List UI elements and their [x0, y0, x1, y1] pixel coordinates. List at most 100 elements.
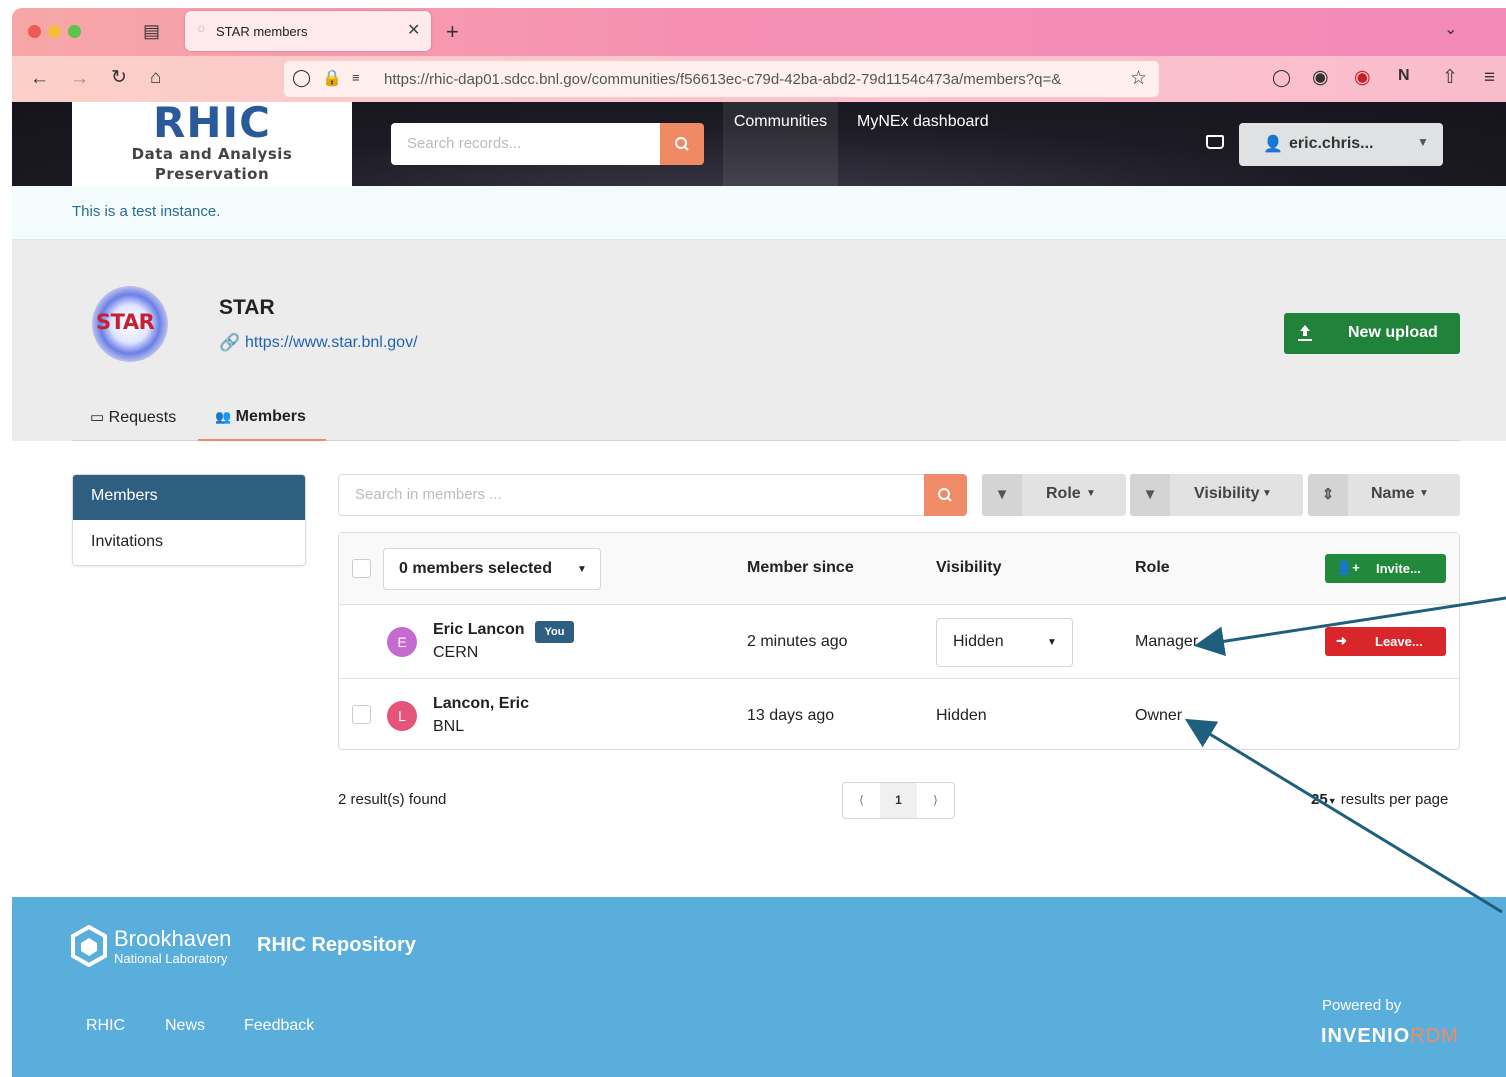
footer-link-feedback[interactable]: Feedback	[244, 1017, 314, 1035]
pocket-icon[interactable]: ◯	[1272, 69, 1291, 86]
table-header: 0 members selected ▼ Member since Visibi…	[339, 533, 1459, 605]
page-1-button[interactable]: 1	[880, 783, 917, 818]
powered-by: Powered by	[1322, 997, 1402, 1014]
extension-red-icon[interactable]: ◉	[1354, 68, 1371, 87]
home-icon[interactable]: ⌂	[150, 68, 161, 87]
new-upload-button[interactable]: New upload	[1284, 313, 1460, 354]
row-checkbox[interactable]	[352, 705, 371, 724]
visibility-dropdown[interactable]: Hidden ▼	[936, 618, 1073, 667]
extension-n-icon[interactable]: N	[1398, 68, 1410, 84]
inbox-icon: ▭	[90, 409, 105, 426]
org-name: Brookhaven	[114, 926, 232, 951]
sort-button[interactable]: ⇕ Name ▼	[1308, 474, 1460, 516]
per-page-dropdown[interactable]: 25	[1311, 791, 1328, 808]
test-instance-banner: This is a test instance.	[12, 186, 1506, 240]
results-per-page: 25▼ results per page	[1311, 791, 1448, 808]
brookhaven-logo-icon[interactable]	[70, 925, 108, 967]
site-footer: Brookhaven National Laboratory RHIC Repo…	[12, 897, 1506, 1077]
caret-down-icon: ▼	[1262, 488, 1272, 499]
footer-link-news[interactable]: News	[165, 1017, 205, 1035]
pagination: ⟨ 1 ⟩	[842, 782, 955, 819]
site-logo[interactable]: RHIC Data and Analysis Preservation	[72, 102, 352, 186]
caret-down-icon: ▼	[577, 564, 587, 575]
tab-favicon-icon: ○	[197, 20, 206, 36]
tab-star-members[interactable]: ○ STAR members ✕	[185, 11, 431, 51]
community-logo: STAR	[92, 286, 168, 362]
members-search-input[interactable]: Search in members ...	[338, 474, 925, 516]
table-row: L Lancon, Eric BNL 13 days ago Hidden Ow…	[339, 679, 1459, 753]
nav-communities[interactable]: Communities	[723, 102, 838, 186]
inbox-icon[interactable]	[1206, 135, 1224, 149]
caret-down-icon[interactable]: ▼	[1328, 796, 1337, 806]
community-website-link[interactable]: https://www.star.bnl.gov/	[245, 334, 418, 352]
share-icon[interactable]: ⇧	[1442, 68, 1458, 87]
back-icon[interactable]: ←	[30, 69, 49, 88]
users-icon: 👥	[215, 409, 232, 424]
visibility-value: Hidden	[953, 633, 1004, 650]
caret-down-icon: ▼	[1086, 488, 1096, 499]
close-window-button[interactable]	[28, 25, 41, 38]
url-text[interactable]: https://rhic-dap01.sdcc.bnl.gov/communit…	[384, 71, 1124, 88]
user-menu-button[interactable]: 👤 eric.chris... ▼	[1239, 123, 1443, 166]
sort-icon: ⇕	[1308, 474, 1348, 516]
results-count: 2 result(s) found	[338, 791, 447, 808]
visibility-filter-button[interactable]: ▼ Visibility ▼	[1130, 474, 1303, 516]
tab-members[interactable]: 👥 Members	[198, 400, 326, 441]
bulk-action-dropdown[interactable]: 0 members selected ▼	[383, 548, 601, 590]
member-org: BNL	[433, 718, 465, 735]
header-member-since: Member since	[747, 559, 854, 576]
role-filter-label: Role	[1046, 485, 1081, 502]
nav-mynex-dashboard[interactable]: MyNEx dashboard	[857, 102, 989, 186]
tab-close-icon[interactable]: ✕	[407, 20, 420, 40]
tab-members-label: Members	[235, 408, 306, 425]
records-search-button[interactable]	[660, 123, 704, 165]
members-sidebar: Members Invitations	[72, 474, 306, 566]
tab-overview-icon[interactable]: ▤	[143, 22, 160, 40]
tab-requests[interactable]: ▭ Requests	[90, 400, 200, 441]
leave-button[interactable]: ➜ Leave...	[1325, 627, 1446, 656]
member-role: Owner	[1135, 707, 1183, 724]
per-page-label: results per page	[1340, 791, 1449, 808]
avatar: L	[387, 701, 417, 731]
tab-list-chevron-icon[interactable]: ⌄	[1444, 22, 1457, 38]
new-tab-icon[interactable]: +	[446, 21, 459, 43]
reload-icon[interactable]: ↻	[111, 68, 127, 87]
select-all-checkbox[interactable]	[352, 559, 371, 578]
tab-requests-label: Requests	[108, 409, 177, 426]
maximize-window-button[interactable]	[68, 25, 81, 38]
sidebar-item-members[interactable]: Members	[73, 475, 305, 520]
members-table: 0 members selected ▼ Member since Visibi…	[338, 532, 1460, 750]
prev-page-button[interactable]: ⟨	[843, 783, 880, 818]
members-search-button[interactable]	[924, 474, 967, 516]
upload-icon	[1298, 325, 1312, 341]
footer-link-rhic[interactable]: RHIC	[86, 1017, 125, 1035]
shield-icon[interactable]: ◯	[292, 68, 311, 88]
member-role: Manager	[1135, 633, 1199, 650]
sort-label: Name	[1371, 485, 1415, 502]
role-filter-button[interactable]: ▼ Role ▼	[982, 474, 1126, 516]
invite-button[interactable]: 👤+ Invite...	[1325, 554, 1446, 583]
browser-window: ▤ ○ STAR members ✕ + ⌄ ← → ↻ ⌂ ◯ 🔒 ≡ htt…	[12, 8, 1506, 1077]
forward-icon[interactable]: →	[70, 69, 89, 88]
community-logo-text: STAR	[96, 310, 155, 334]
account-icon[interactable]: ◉	[1312, 68, 1329, 87]
logo-line2: Preservation	[154, 165, 270, 183]
menu-icon[interactable]: ≡	[1484, 68, 1495, 87]
bookmark-star-icon[interactable]: ☆	[1130, 67, 1147, 90]
you-badge: You	[535, 621, 574, 643]
invenio-rdm-logo[interactable]: INVENIORDM	[1321, 1025, 1459, 1048]
permissions-icon[interactable]: ≡	[352, 70, 360, 85]
repository-name: RHIC Repository	[257, 934, 416, 956]
url-bar[interactable]: ◯ 🔒 ≡ https://rhic-dap01.sdcc.bnl.gov/co…	[284, 61, 1159, 97]
navigation-bar: ← → ↻ ⌂ ◯ 🔒 ≡ https://rhic-dap01.sdcc.bn…	[12, 56, 1506, 102]
caret-down-icon: ▼	[1417, 135, 1429, 149]
lock-icon[interactable]: 🔒	[322, 68, 342, 88]
invite-label: Invite...	[1376, 561, 1421, 576]
member-since: 13 days ago	[747, 707, 835, 724]
minimize-window-button[interactable]	[48, 25, 61, 38]
sidebar-item-invitations[interactable]: Invitations	[73, 520, 305, 565]
records-search-input[interactable]: Search records...	[391, 123, 661, 165]
next-page-button[interactable]: ⟩	[917, 783, 954, 818]
member-visibility: Hidden	[936, 707, 987, 724]
community-tabs: ▭ Requests 👥 Members	[72, 400, 1460, 441]
